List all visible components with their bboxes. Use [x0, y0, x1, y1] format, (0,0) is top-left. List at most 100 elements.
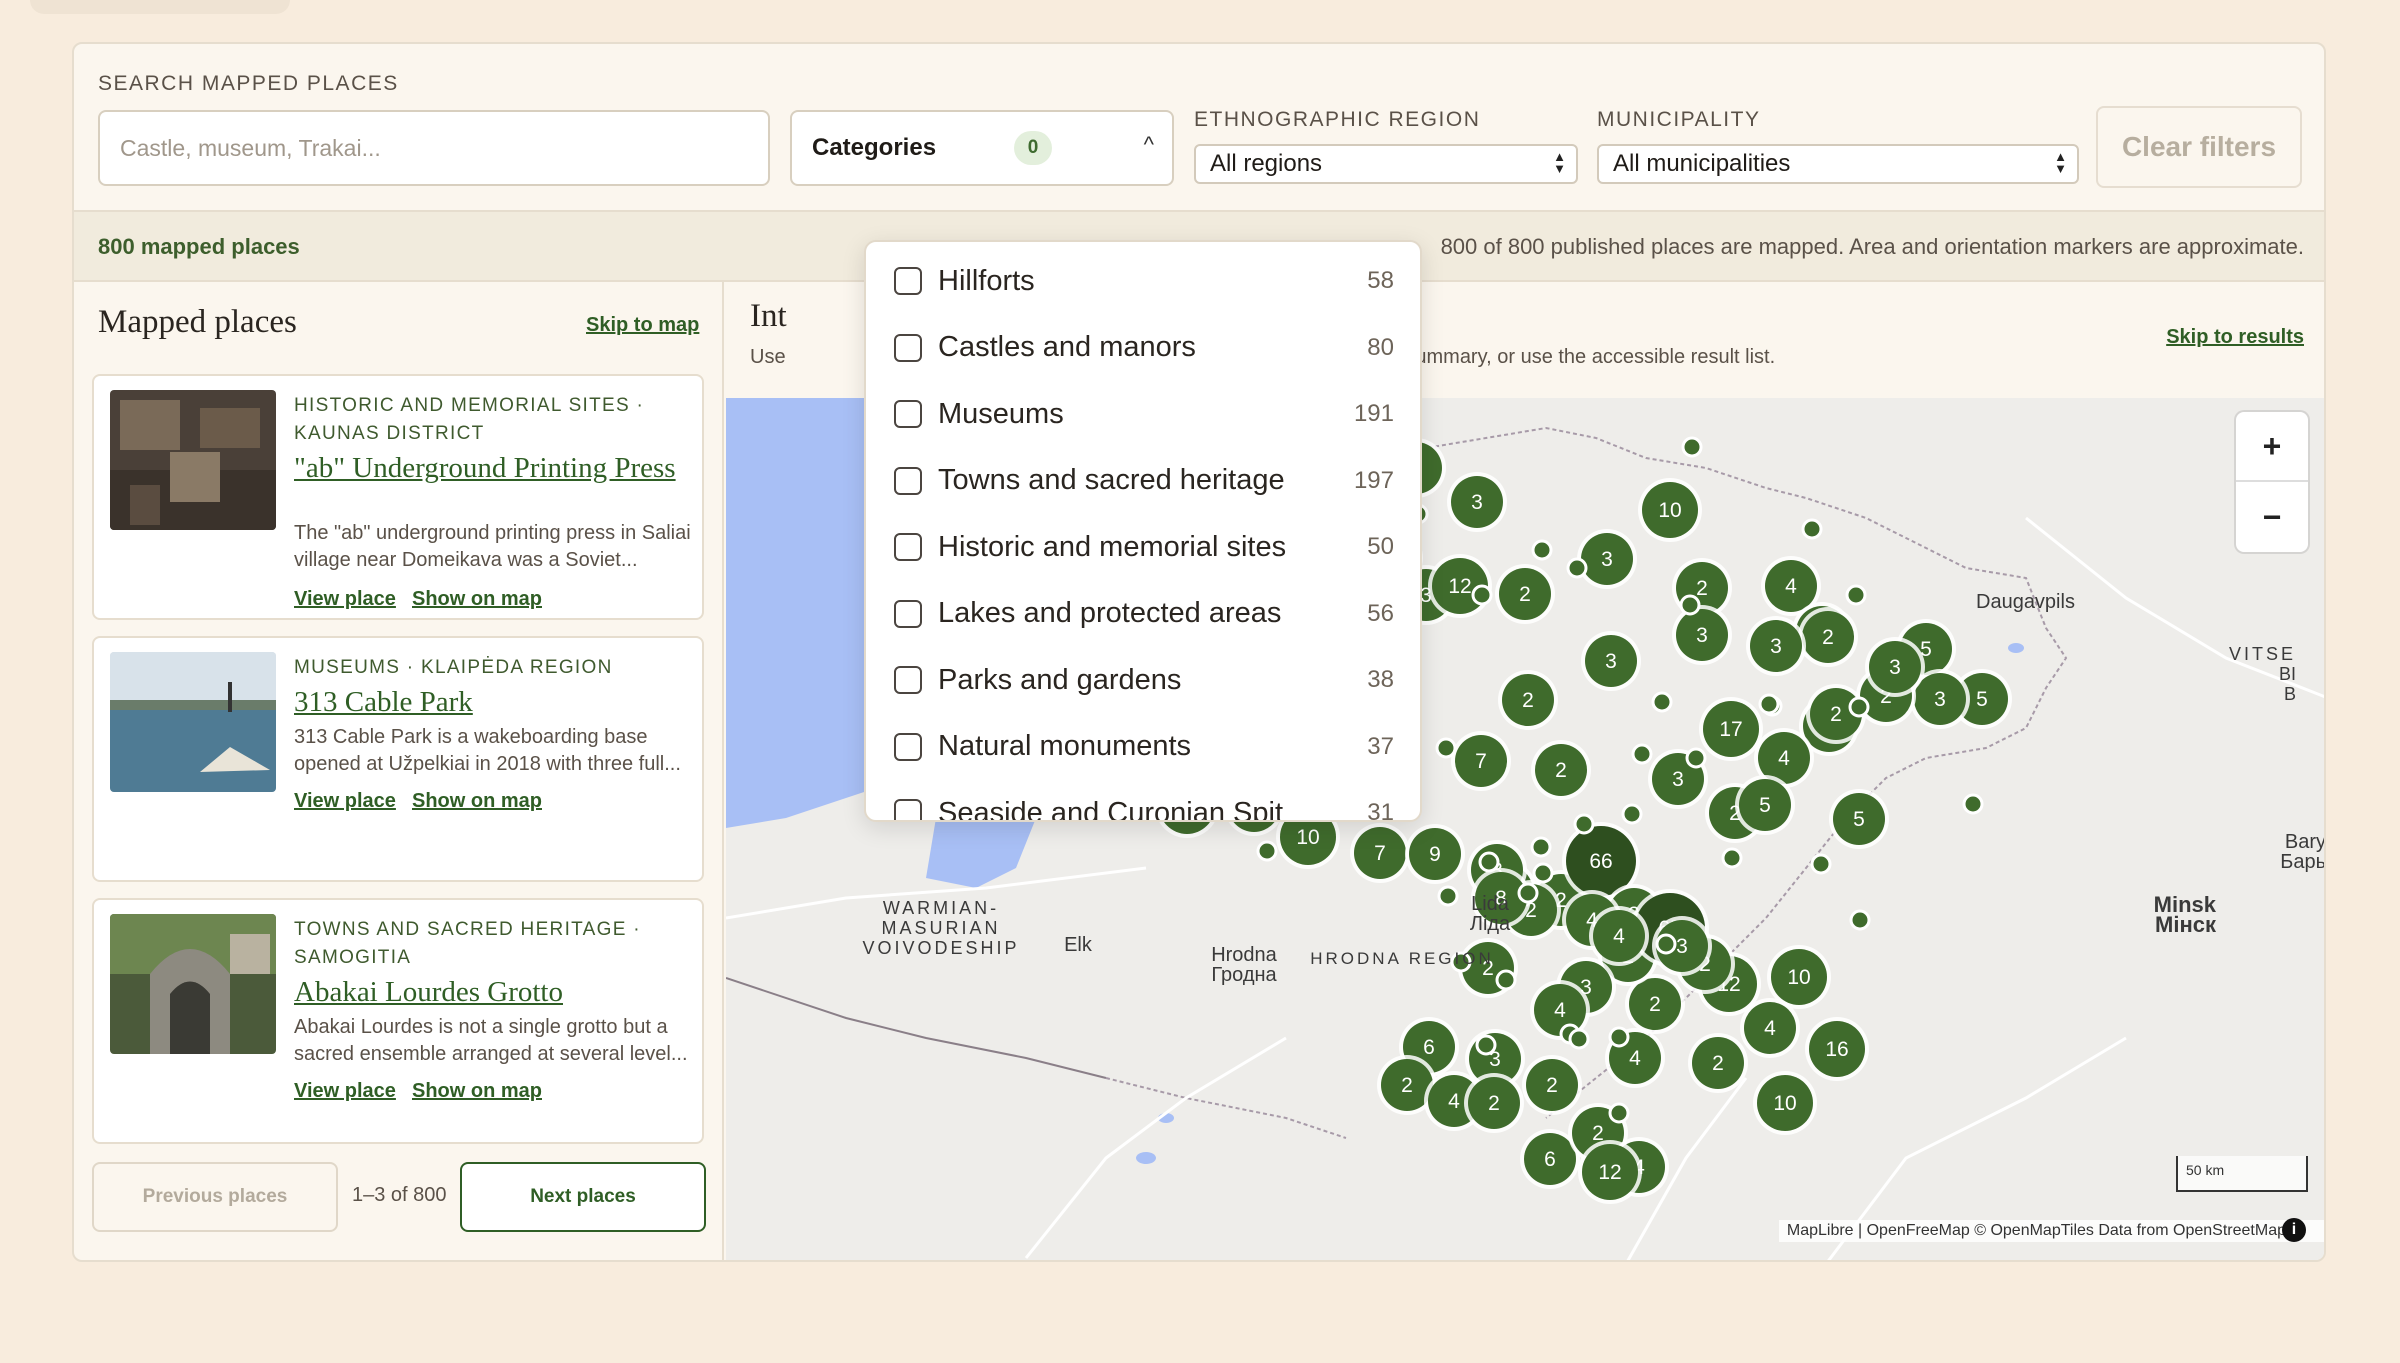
cluster-count: 6: [1544, 1148, 1556, 1171]
cluster-count: 10: [1787, 966, 1810, 989]
category-option[interactable]: Lakes and protected areas 56: [894, 589, 1394, 639]
map-place-marker[interactable]: [1437, 885, 1459, 907]
map-place-marker[interactable]: [1608, 1102, 1630, 1124]
category-checkbox[interactable]: [894, 666, 922, 694]
category-checkbox[interactable]: [894, 466, 922, 495]
zoom-out-button[interactable]: −: [2236, 482, 2308, 552]
place-thumbnail: [110, 390, 276, 530]
category-option[interactable]: Towns and sacred heritage 197: [894, 456, 1394, 506]
map-place-marker[interactable]: [1573, 813, 1595, 835]
chevron-up-icon: ^: [1143, 132, 1154, 157]
map-place-marker[interactable]: [1256, 840, 1278, 862]
zoom-in-button[interactable]: +: [2236, 412, 2308, 482]
clear-filters-button[interactable]: Clear filters: [2096, 106, 2302, 188]
map-place-marker[interactable]: [1530, 836, 1552, 858]
map-place-marker[interactable]: [1608, 1026, 1630, 1048]
category-option[interactable]: Castles and manors 80: [894, 323, 1394, 373]
cluster-count: 2: [1649, 993, 1661, 1016]
map-place-marker[interactable]: [1631, 743, 1653, 765]
category-checkbox[interactable]: [894, 400, 922, 428]
map-place-marker[interactable]: [1801, 518, 1823, 540]
view-place-link[interactable]: View place: [294, 1080, 396, 1103]
skip-to-map-link[interactable]: Skip to map: [586, 314, 699, 337]
zoom-controls: + −: [2236, 412, 2308, 552]
map-place-marker[interactable]: [1721, 847, 1743, 869]
map-place-marker[interactable]: [1962, 793, 1984, 815]
category-option-label: Museums: [938, 397, 1064, 430]
map-place-marker[interactable]: [1478, 851, 1500, 873]
category-checkbox[interactable]: [894, 799, 922, 820]
map-place-marker[interactable]: [1849, 909, 1871, 931]
map-place-marker[interactable]: [1517, 882, 1539, 904]
cluster-count: 3: [1605, 650, 1617, 673]
cluster-count: 2: [1519, 583, 1531, 606]
map-place-marker[interactable]: [1471, 584, 1493, 606]
map-scale: 50 km: [2176, 1156, 2308, 1192]
map-place-marker[interactable]: [1495, 969, 1517, 991]
show-on-map-link[interactable]: Show on map: [412, 1080, 542, 1103]
map-place-label: Bary: [2285, 831, 2326, 853]
category-checkbox[interactable]: [894, 333, 922, 362]
category-option-count: 37: [1367, 732, 1394, 760]
cluster-count: 4: [1629, 1047, 1641, 1070]
map-place-label: WARMIAN-: [883, 898, 999, 918]
cluster-count: 5: [1976, 688, 1988, 711]
map-place-label: Elk: [1064, 934, 1093, 956]
map-place-marker[interactable]: [1435, 737, 1457, 759]
category-option[interactable]: Hillforts 58: [894, 256, 1394, 306]
search-input[interactable]: Castle, museum, Trakai...: [98, 110, 770, 186]
cluster-count: 4: [1448, 1090, 1460, 1113]
skip-to-results-link[interactable]: Skip to results: [2166, 326, 2304, 349]
map-place-marker[interactable]: [1532, 862, 1554, 884]
list-heading: Mapped places: [98, 304, 297, 340]
category-checkbox[interactable]: [894, 732, 922, 761]
map-place-marker[interactable]: [1758, 693, 1780, 715]
category-option[interactable]: Museums 191: [894, 389, 1394, 439]
info-icon[interactable]: i: [2282, 1218, 2306, 1242]
municipality-select[interactable]: All municipalities ▲ ▼: [1597, 144, 2079, 184]
category-option[interactable]: Natural monuments 37: [894, 722, 1394, 772]
view-place-link[interactable]: View place: [294, 588, 396, 611]
show-on-map-link[interactable]: Show on map: [412, 790, 542, 813]
map-place-label: Мінск: [2155, 912, 2217, 937]
previous-places-button[interactable]: Previous places: [92, 1162, 338, 1232]
category-option[interactable]: Parks and gardens 38: [894, 655, 1394, 705]
cluster-count: 12: [1598, 1161, 1621, 1184]
category-checkbox[interactable]: [894, 533, 922, 561]
map-place-marker[interactable]: [1475, 1034, 1497, 1056]
cluster-count: 2: [1712, 1052, 1724, 1075]
map-place-marker[interactable]: [1566, 557, 1588, 579]
category-option-label: Lakes and protected areas: [938, 597, 1282, 629]
map-place-marker[interactable]: [1685, 747, 1707, 769]
cluster-count: 2: [1830, 703, 1842, 726]
map-place-marker[interactable]: [1810, 853, 1832, 875]
map-place-marker[interactable]: [1568, 1028, 1590, 1050]
map-place-marker[interactable]: [1651, 691, 1673, 713]
cluster-count: 10: [1773, 1092, 1796, 1115]
map-place-marker[interactable]: [1531, 539, 1553, 561]
category-option[interactable]: Historic and memorial sites 50: [894, 522, 1394, 572]
map-place-marker[interactable]: [1679, 594, 1701, 616]
show-on-map-link[interactable]: Show on map: [412, 588, 542, 611]
map-place-marker[interactable]: [1848, 696, 1870, 718]
map-place-marker[interactable]: [1621, 803, 1643, 825]
map-place-marker[interactable]: [1681, 436, 1703, 458]
place-title-link[interactable]: 313 Cable Park: [294, 686, 694, 718]
place-description: 313 Cable Park is a wakeboarding base op…: [294, 726, 681, 775]
map-place-label: VITSE: [2229, 644, 2296, 664]
map-place-marker[interactable]: [1845, 584, 1867, 606]
region-select[interactable]: All regions ▲ ▼: [1194, 144, 1578, 184]
view-place-link[interactable]: View place: [294, 790, 396, 813]
category-checkbox[interactable]: [894, 267, 922, 295]
category-option[interactable]: Seaside and Curonian Spit 31: [894, 788, 1394, 820]
map-place-label: BI: [2279, 664, 2296, 684]
next-places-button[interactable]: Next places: [460, 1162, 706, 1232]
map-place-marker[interactable]: [1655, 933, 1677, 955]
cluster-count: 2: [1488, 1092, 1500, 1115]
category-option-label: Castles and manors: [938, 331, 1196, 363]
map-place-label: VOIVODESHIP: [862, 938, 1019, 958]
place-title-link[interactable]: Abakai Lourdes Grotto: [294, 976, 694, 1008]
category-checkbox[interactable]: [894, 599, 922, 628]
categories-button[interactable]: Categories 0 ^: [790, 110, 1174, 186]
place-title-link[interactable]: "ab" Underground Printing Press: [294, 452, 694, 484]
